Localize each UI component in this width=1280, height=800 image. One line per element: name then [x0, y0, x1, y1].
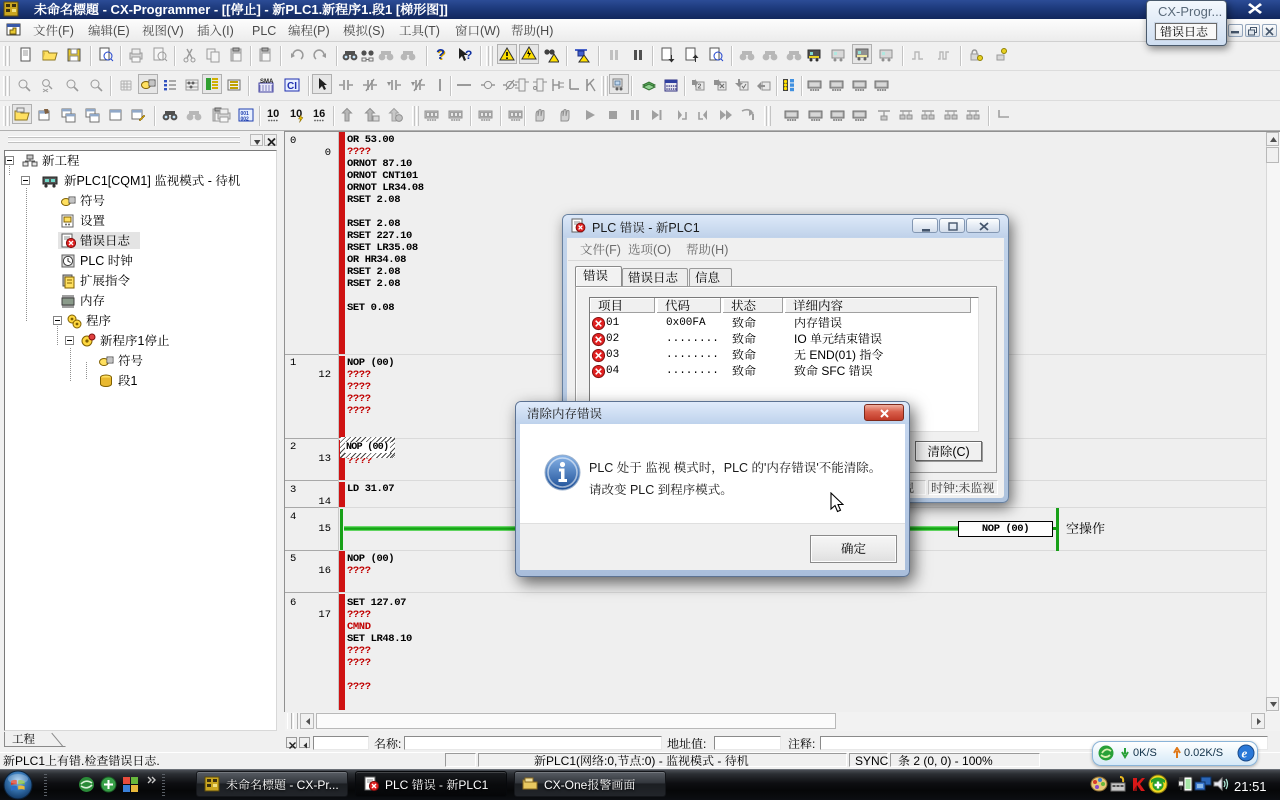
svg-text:2: 2: [698, 84, 702, 91]
svg-text:002: 002: [241, 117, 250, 123]
svg-text:CI: CI: [287, 81, 297, 92]
svg-text:e: e: [1242, 746, 1248, 761]
svg-text:?: ?: [465, 48, 472, 62]
svg-text:SMA: SMA: [260, 79, 274, 85]
svg-text:?: ?: [436, 47, 445, 63]
svg-text:10: 10: [267, 108, 279, 120]
svg-text:16: 16: [313, 108, 325, 120]
